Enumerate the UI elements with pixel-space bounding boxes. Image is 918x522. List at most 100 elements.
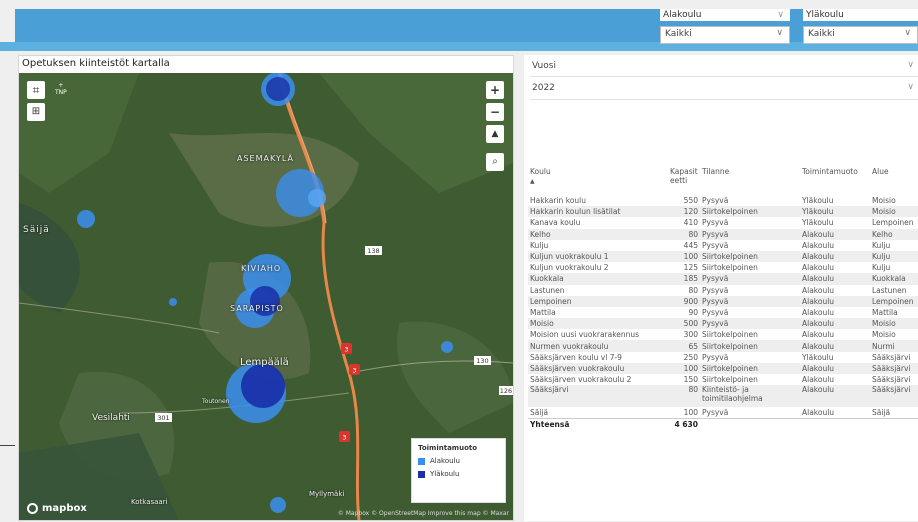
table-cell: 550 xyxy=(683,196,698,206)
table-cell: Nurmi xyxy=(870,340,918,352)
table-cell: Yläkoulu xyxy=(802,196,834,206)
table-cell: 500 xyxy=(668,318,700,330)
table-cell: Kelho xyxy=(528,228,668,240)
empty-cell xyxy=(700,418,800,431)
lasso-select-icon[interactable]: ⌗ xyxy=(27,81,45,99)
table-row[interactable]: Kelho 80 Pysyvä Alakoulu Kelho xyxy=(528,228,918,240)
table-cell: Siirtokelpoinen xyxy=(702,330,758,340)
table-cell: Alakoulu xyxy=(800,228,870,240)
table-cell: Alakoulu xyxy=(802,330,835,340)
tnp-marker: + TNP xyxy=(55,82,67,96)
table-cell: Yläkoulu xyxy=(802,218,834,228)
table-cell: 150 xyxy=(683,375,698,385)
compass-icon[interactable]: ▲ xyxy=(486,125,504,143)
chevron-down-icon[interactable]: ∨ xyxy=(907,60,914,70)
table-row[interactable]: Kanava koulu 410 Pysyvä Yläkoulu Lempoinen xyxy=(528,217,918,228)
table-cell: Kuljun vuokrakoulu 1 xyxy=(528,250,668,263)
table-cell: Säijä xyxy=(530,408,549,418)
map-canvas[interactable]: 138 3 3 130 3 301 126 ASEMAKYLÄ Säijä KI… xyxy=(19,73,513,520)
schools-table-visual: Vuosi ∨ 2022 ∨ Koulu ▲ Kapasiteetti Tilan… xyxy=(524,55,918,521)
column-header-tilanne[interactable]: Tilanne xyxy=(700,167,800,195)
table-cell: Sääksjärven vuokrakoulu 2 xyxy=(530,375,632,385)
table-cell: Mattila xyxy=(530,307,556,317)
schools-table: Koulu ▲ Kapasiteetti Tilanne Toimintamuot… xyxy=(528,167,918,431)
table-row[interactable]: Moisio 500 Pysyvä Alakoulu Moisio xyxy=(528,318,918,330)
road-label: 130 xyxy=(476,357,488,365)
table-cell: Kulju xyxy=(872,240,891,250)
map-title: Opetuksen kiinteistöt kartalla xyxy=(22,58,170,69)
table-row[interactable]: Nurmen vuokrakoulu 65 Siirtokelpoinen Alako… xyxy=(528,340,918,352)
table-row[interactable]: Sääksjärvi 80 Kiinteistö- ja toimitilaohje… xyxy=(528,385,918,408)
table-cell: 900 xyxy=(668,295,700,307)
alakoulu-selected-value: Kaikki xyxy=(665,29,692,39)
table-cell: Sääksjärvi xyxy=(870,362,918,374)
table-cell: Alakoulu xyxy=(800,362,870,374)
place-label: Vesilahti xyxy=(92,413,130,423)
empty-cell xyxy=(800,418,870,431)
rectangle-select-icon[interactable]: ⊞ xyxy=(27,103,45,121)
column-header-kapasiteetti[interactable]: Kapasiteetti xyxy=(668,167,700,195)
table-row[interactable]: Lastunen 80 Pysyvä Alakoulu Lastunen xyxy=(528,285,918,296)
table-row[interactable]: Mattila 90 Pysyvä Alakoulu Mattila xyxy=(528,307,918,318)
table-row[interactable]: Kuokkala 185 Pysyvä Alakoulu Kuokkala xyxy=(528,273,918,285)
table-cell: Lastunen xyxy=(872,285,907,295)
table-row[interactable]: Moision uusi vuokrarakennus 300 Siirtokelp… xyxy=(528,329,918,340)
table-cell: 410 xyxy=(683,218,698,228)
place-label: ASEMAKYLÄ xyxy=(237,154,294,163)
place-label: Lempäälä xyxy=(240,357,289,368)
table-cell: Moision uusi vuokrarakennus xyxy=(530,330,640,340)
column-header-koulu[interactable]: Koulu ▲ xyxy=(528,167,668,195)
table-cell: Nurmen vuokrakoulu xyxy=(528,340,668,352)
road-label: 138 xyxy=(367,247,379,255)
zoom-in-button[interactable]: + xyxy=(486,81,504,99)
ylakoulu-slicer-label: Yläkoulu xyxy=(803,9,918,21)
empty-cell xyxy=(870,418,918,431)
legend-item-ylakoulu[interactable]: Yläkoulu xyxy=(418,470,499,478)
table-cell: 125 xyxy=(683,263,698,273)
table-row[interactable]: Lempoinen 900 Pysyvä Alakoulu Lempoinen xyxy=(528,295,918,307)
table-cell: 120 xyxy=(668,206,700,218)
table-row[interactable]: Kuljun vuokrakoulu 1 100 Siirtokelpoinen Al… xyxy=(528,250,918,263)
table-cell: 80 xyxy=(668,228,700,240)
table-cell: Pysyvä xyxy=(702,196,729,206)
table-row[interactable]: Säijä 100 Pysyvä Alakoulu Säijä xyxy=(528,407,918,419)
column-header-alue[interactable]: Alue xyxy=(870,167,918,195)
table-row[interactable]: Kulju 445 Pysyvä Alakoulu Kulju xyxy=(528,240,918,251)
table-cell: Kuokkala xyxy=(528,273,668,285)
table-cell: Kelho xyxy=(870,228,918,240)
table-cell: Alakoulu xyxy=(800,273,870,285)
table-row[interactable]: Sääksjärven vuokrakoulu 100 Siirtokelpoine… xyxy=(528,362,918,374)
chevron-down-icon[interactable]: ∨ xyxy=(907,82,914,92)
map-attribution[interactable]: © Mapbox © OpenStreetMap Improve this ma… xyxy=(338,510,509,517)
road-label: 3 xyxy=(344,346,348,354)
table-cell: 80 xyxy=(688,285,698,295)
table-cell: 65 xyxy=(668,340,700,352)
search-icon[interactable]: ⌕ xyxy=(486,153,504,171)
table-row[interactable]: Hakkarin koulun lisätilat 120 Siirtokelpoi… xyxy=(528,206,918,218)
year-selected-value[interactable]: 2022 xyxy=(532,83,555,93)
ylakoulu-dropdown[interactable]: Kaikki ∨ xyxy=(803,26,918,44)
map-legend: Toimintamuoto Alakoulu Yläkoulu xyxy=(411,438,506,503)
legend-item-alakoulu[interactable]: Alakoulu xyxy=(418,457,499,465)
table-cell: Sääksjärvi xyxy=(872,352,911,362)
alakoulu-dropdown[interactable]: Kaikki ∨ xyxy=(660,26,790,44)
zoom-out-button[interactable]: − xyxy=(486,103,504,121)
table-cell: 100 xyxy=(668,250,700,263)
table-row[interactable]: Kuljun vuokrakoulu 2 125 Siirtokelpoinen Al… xyxy=(528,262,918,273)
table-cell: Hakkarin koulun lisätilat xyxy=(528,206,668,218)
table-row[interactable]: Sääksjärven koulu vl 7-9 250 Pysyvä Yläkoul… xyxy=(528,352,918,363)
table-cell: Moisio xyxy=(872,196,896,206)
road-label: 3 xyxy=(352,367,356,375)
chevron-down-icon: ∨ xyxy=(904,28,911,38)
table-row[interactable]: Hakkarin koulu 550 Pysyvä Yläkoulu Moisio xyxy=(528,195,918,206)
table-cell: Pysyvä xyxy=(702,352,729,362)
table-cell: Sääksjärvi xyxy=(872,375,911,385)
table-cell: Pysyvä xyxy=(702,408,729,418)
table-cell: Alakoulu xyxy=(800,295,870,307)
table-cell: 445 xyxy=(683,240,698,250)
table-row[interactable]: Sääksjärven vuokrakoulu 2 150 Siirtokelpoi… xyxy=(528,374,918,385)
table-cell: Moisio xyxy=(870,206,918,218)
column-header-toimintamuoto[interactable]: Toimintamuoto xyxy=(800,167,870,195)
sidebar-line xyxy=(0,445,15,446)
alakoulu-slicer-label: Alakoulu ∨ xyxy=(660,9,790,21)
